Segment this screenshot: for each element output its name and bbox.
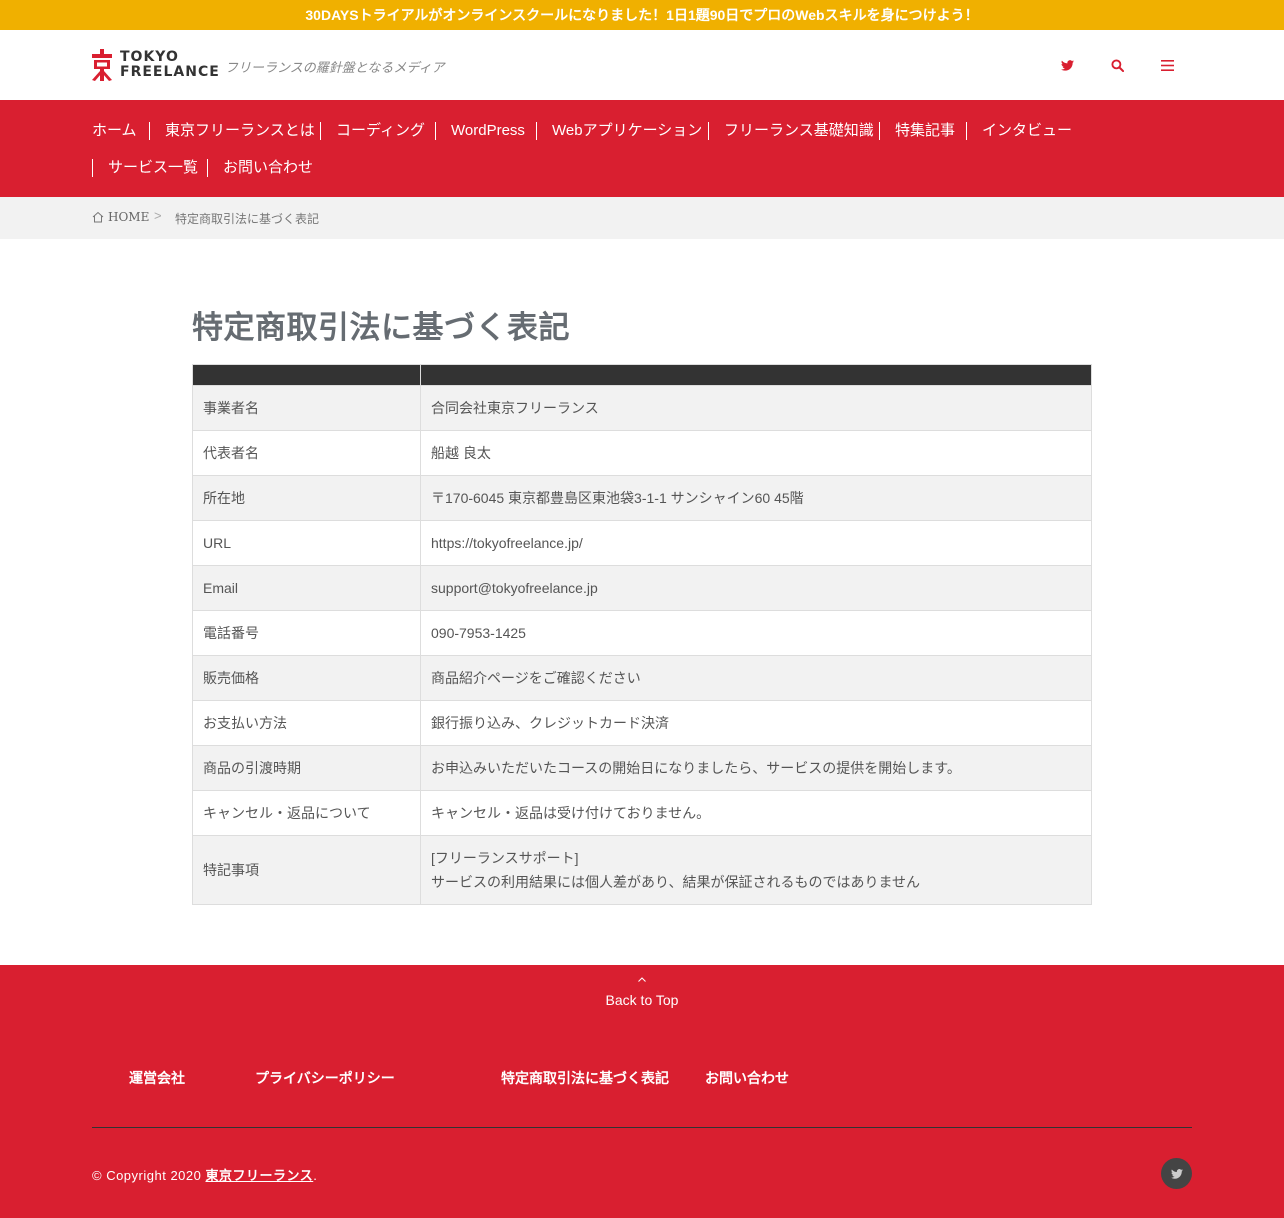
- table-row: 事業者名 合同会社東京フリーランス: [192, 385, 1092, 431]
- copyright-suffix: .: [313, 1168, 318, 1183]
- table-header-cell: [192, 364, 421, 386]
- logo-mark-icon: [92, 49, 112, 81]
- row-value: お申込みいただいたコースの開始日になりましたら、サービスの提供を開始します。: [420, 745, 1092, 791]
- table-row: お支払い方法 銀行振り込み、クレジットカード決済: [192, 700, 1092, 746]
- row-key: 特記事項: [192, 835, 421, 905]
- row-value: [フリーランスサポート] サービスの利用結果には個人差があり、結果が保証されるも…: [420, 835, 1092, 905]
- row-key: 所在地: [192, 475, 421, 521]
- announcement-text[interactable]: 30DAYSトライアルがオンラインスクールになりました！1日1題90日でプロのW…: [305, 7, 978, 23]
- table-header-row: [192, 364, 1092, 386]
- site-footer: Back to Top 運営会社 プライバシーポリシー 特定商取引法に基づく表記…: [0, 965, 1284, 1218]
- nav-item-wordpress[interactable]: WordPress: [435, 122, 525, 140]
- logo-text: TOKYO FREELANCE: [120, 50, 220, 80]
- row-key: URL: [192, 520, 421, 566]
- table-row: 特記事項 [フリーランスサポート] サービスの利用結果には個人差があり、結果が保…: [192, 835, 1092, 905]
- back-to-top-label: Back to Top: [605, 992, 679, 1008]
- footer-link-company[interactable]: 運営会社: [129, 1068, 185, 1088]
- logo-line-1: TOKYO: [120, 49, 179, 65]
- row-value-line-2: サービスの利用結果には個人差があり、結果が保証されるものではありません: [431, 874, 921, 890]
- chevron-up-icon: [0, 975, 1284, 985]
- breadcrumb-home[interactable]: HOME: [92, 210, 149, 224]
- row-key: 代表者名: [192, 430, 421, 476]
- row-value: 〒170-6045 東京都豊島区東池袋3-1-1 サンシャイン60 45階: [420, 475, 1092, 521]
- nav-item-about[interactable]: 東京フリーランスとは: [149, 122, 315, 140]
- site-logo[interactable]: TOKYO FREELANCE: [92, 49, 220, 81]
- site-header: TOKYO FREELANCE フリーランスの羅針盤となるメディア: [0, 30, 1284, 100]
- nav-item-basics[interactable]: フリーランス基礎知識: [708, 122, 874, 140]
- row-key: 電話番号: [192, 610, 421, 656]
- table-header-cell: [420, 364, 1092, 386]
- nav-item-interview[interactable]: インタビュー: [966, 122, 1072, 140]
- breadcrumb-home-label: HOME: [108, 210, 150, 224]
- search-icon[interactable]: [1108, 56, 1126, 74]
- copyright-link[interactable]: 東京フリーランス: [205, 1168, 313, 1183]
- row-value: 商品紹介ページをご確認ください: [420, 655, 1092, 701]
- menu-icon[interactable]: [1158, 56, 1176, 74]
- row-key: Email: [192, 565, 421, 611]
- table-row: 代表者名 船越 良太: [192, 430, 1092, 476]
- breadcrumb: HOME > 特定商取引法に基づく表記: [0, 197, 1284, 239]
- nav-item-home[interactable]: ホーム: [92, 122, 137, 140]
- legal-info-table: 事業者名 合同会社東京フリーランス 代表者名 船越 良太 所在地 〒170-60…: [192, 364, 1092, 905]
- page-title: 特定商取引法に基づく表記: [192, 310, 570, 345]
- footer-twitter-icon[interactable]: [1161, 1158, 1192, 1189]
- row-value: キャンセル・返品は受け付けておりません。: [420, 790, 1092, 836]
- logo-line-2: FREELANCE: [120, 64, 220, 80]
- nav-item-coding[interactable]: コーディング: [320, 122, 425, 140]
- copyright: © Copyright 2020 東京フリーランス.: [92, 1165, 317, 1184]
- breadcrumb-current: 特定商取引法に基づく表記: [175, 212, 320, 226]
- row-value-line-1: [フリーランスサポート]: [431, 850, 579, 866]
- table-row: 所在地 〒170-6045 東京都豊島区東池袋3-1-1 サンシャイン60 45…: [192, 475, 1092, 521]
- table-row: 商品の引渡時期 お申込みいただいたコースの開始日になりましたら、サービスの提供を…: [192, 745, 1092, 791]
- row-key: 商品の引渡時期: [192, 745, 421, 791]
- announcement-bar[interactable]: 30DAYSトライアルがオンラインスクールになりました！1日1題90日でプロのW…: [0, 0, 1284, 30]
- footer-link-contact[interactable]: お問い合わせ: [705, 1068, 789, 1088]
- row-value: https://tokyofreelance.jp/: [420, 520, 1092, 566]
- footer-link-privacy[interactable]: プライバシーポリシー: [255, 1068, 395, 1088]
- nav-item-webapp[interactable]: Webアプリケーション: [536, 122, 702, 140]
- breadcrumb-separator-icon: >: [154, 208, 162, 223]
- row-value: 090-7953-1425: [420, 610, 1092, 656]
- row-key: キャンセル・返品について: [192, 790, 421, 836]
- row-value: support@tokyofreelance.jp: [420, 565, 1092, 611]
- row-key: 事業者名: [192, 385, 421, 431]
- nav-item-services[interactable]: サービス一覧: [92, 159, 198, 177]
- table-row: URL https://tokyofreelance.jp/: [192, 520, 1092, 566]
- nav-item-contact[interactable]: お問い合わせ: [207, 159, 313, 177]
- global-nav: ホーム 東京フリーランスとは コーディング WordPress Webアプリケー…: [0, 100, 1284, 197]
- back-to-top-button[interactable]: Back to Top: [0, 975, 1284, 1008]
- nav-item-features[interactable]: 特集記事: [879, 122, 955, 140]
- twitter-icon[interactable]: [1058, 56, 1076, 74]
- copyright-prefix: © Copyright 2020: [92, 1168, 206, 1183]
- site-tagline: フリーランスの羅針盤となるメディア: [225, 60, 445, 75]
- row-key: 販売価格: [192, 655, 421, 701]
- footer-divider: [92, 1127, 1192, 1128]
- row-value: 銀行振り込み、クレジットカード決済: [420, 700, 1092, 746]
- footer-link-legal[interactable]: 特定商取引法に基づく表記: [501, 1068, 669, 1088]
- row-value: 合同会社東京フリーランス: [420, 385, 1092, 431]
- home-icon: [92, 211, 104, 223]
- table-row: Email support@tokyofreelance.jp: [192, 565, 1092, 611]
- row-value: 船越 良太: [420, 430, 1092, 476]
- row-key: お支払い方法: [192, 700, 421, 746]
- table-row: キャンセル・返品について キャンセル・返品は受け付けておりません。: [192, 790, 1092, 836]
- table-row: 電話番号 090-7953-1425: [192, 610, 1092, 656]
- table-row: 販売価格 商品紹介ページをご確認ください: [192, 655, 1092, 701]
